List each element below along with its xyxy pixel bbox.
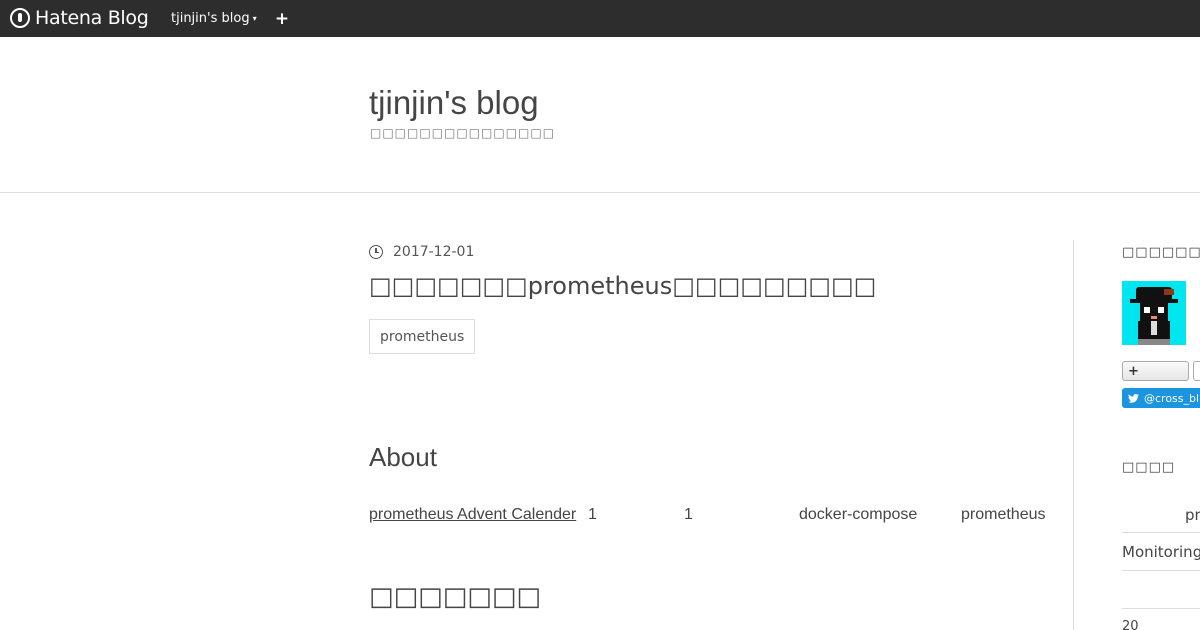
sidebar-list-item[interactable] bbox=[1122, 571, 1200, 609]
entry-date[interactable]: 2017-12-01 bbox=[369, 244, 474, 260]
archive-year[interactable]: 20 bbox=[1122, 619, 1139, 630]
follow-count-box bbox=[1193, 361, 1200, 381]
about-text-segment: docker-compose bbox=[799, 506, 918, 523]
follow-button[interactable]: + bbox=[1122, 361, 1189, 381]
about-text-segment: 1 bbox=[588, 506, 597, 523]
logo-text: Hatena Blog bbox=[35, 7, 149, 29]
caret-down-icon: ▾ bbox=[252, 14, 257, 23]
about-heading: About bbox=[369, 442, 437, 472]
blog-menu-dropdown[interactable]: tjinjin's blog ▾ bbox=[171, 0, 257, 37]
advent-calendar-link[interactable]: prometheus Advent Calender bbox=[369, 506, 576, 524]
entry-title[interactable]: □□□□□□□prometheus□□□□□□□□□ bbox=[369, 272, 876, 300]
sidebar: □□□□□□ + @cross_bl □□□□ pr Monitoring 20 bbox=[1122, 240, 1200, 630]
hatena-blog-logo[interactable]: Hatena Blog bbox=[10, 7, 149, 29]
column-divider bbox=[1073, 240, 1074, 630]
sidebar-list-item[interactable]: pr bbox=[1122, 495, 1200, 533]
twitter-icon bbox=[1128, 393, 1139, 403]
sidebar-list-label: pr bbox=[1185, 506, 1200, 524]
clock-icon bbox=[369, 245, 383, 259]
blog-title[interactable]: tjinjin's blog bbox=[369, 84, 539, 122]
sidebar-list-label: Monitoring bbox=[1122, 543, 1200, 561]
section-heading: □□□□□□□ bbox=[369, 582, 541, 612]
about-text-segment: prometheus bbox=[961, 506, 1046, 523]
hatena-logo-icon bbox=[10, 8, 30, 28]
blog-menu-label: tjinjin's blog bbox=[171, 11, 250, 26]
blog-description: □□□□□□□□□□□□□□□ bbox=[370, 126, 556, 140]
category-tag[interactable]: prometheus bbox=[369, 319, 476, 354]
sidebar-list-item[interactable]: Monitoring bbox=[1122, 533, 1200, 571]
avatar[interactable] bbox=[1122, 281, 1186, 345]
entry-date-text: 2017-12-01 bbox=[393, 244, 475, 260]
twitter-follow-button[interactable]: @cross_bl bbox=[1122, 388, 1200, 408]
search-module-title: □□□□ bbox=[1122, 460, 1176, 475]
about-text-segment: 1 bbox=[684, 506, 693, 523]
global-header: Hatena Blog tjinjin's blog ▾ + bbox=[0, 0, 1200, 37]
twitter-handle: @cross_bl bbox=[1144, 391, 1200, 405]
add-entry-button[interactable]: + bbox=[273, 0, 291, 37]
about-paragraph: prometheus Advent Calender 1 1 docker-co… bbox=[369, 506, 1069, 528]
profile-module-title: □□□□□□ bbox=[1122, 245, 1200, 260]
blog-header: tjinjin's blog □□□□□□□□□□□□□□□ bbox=[0, 37, 1200, 193]
